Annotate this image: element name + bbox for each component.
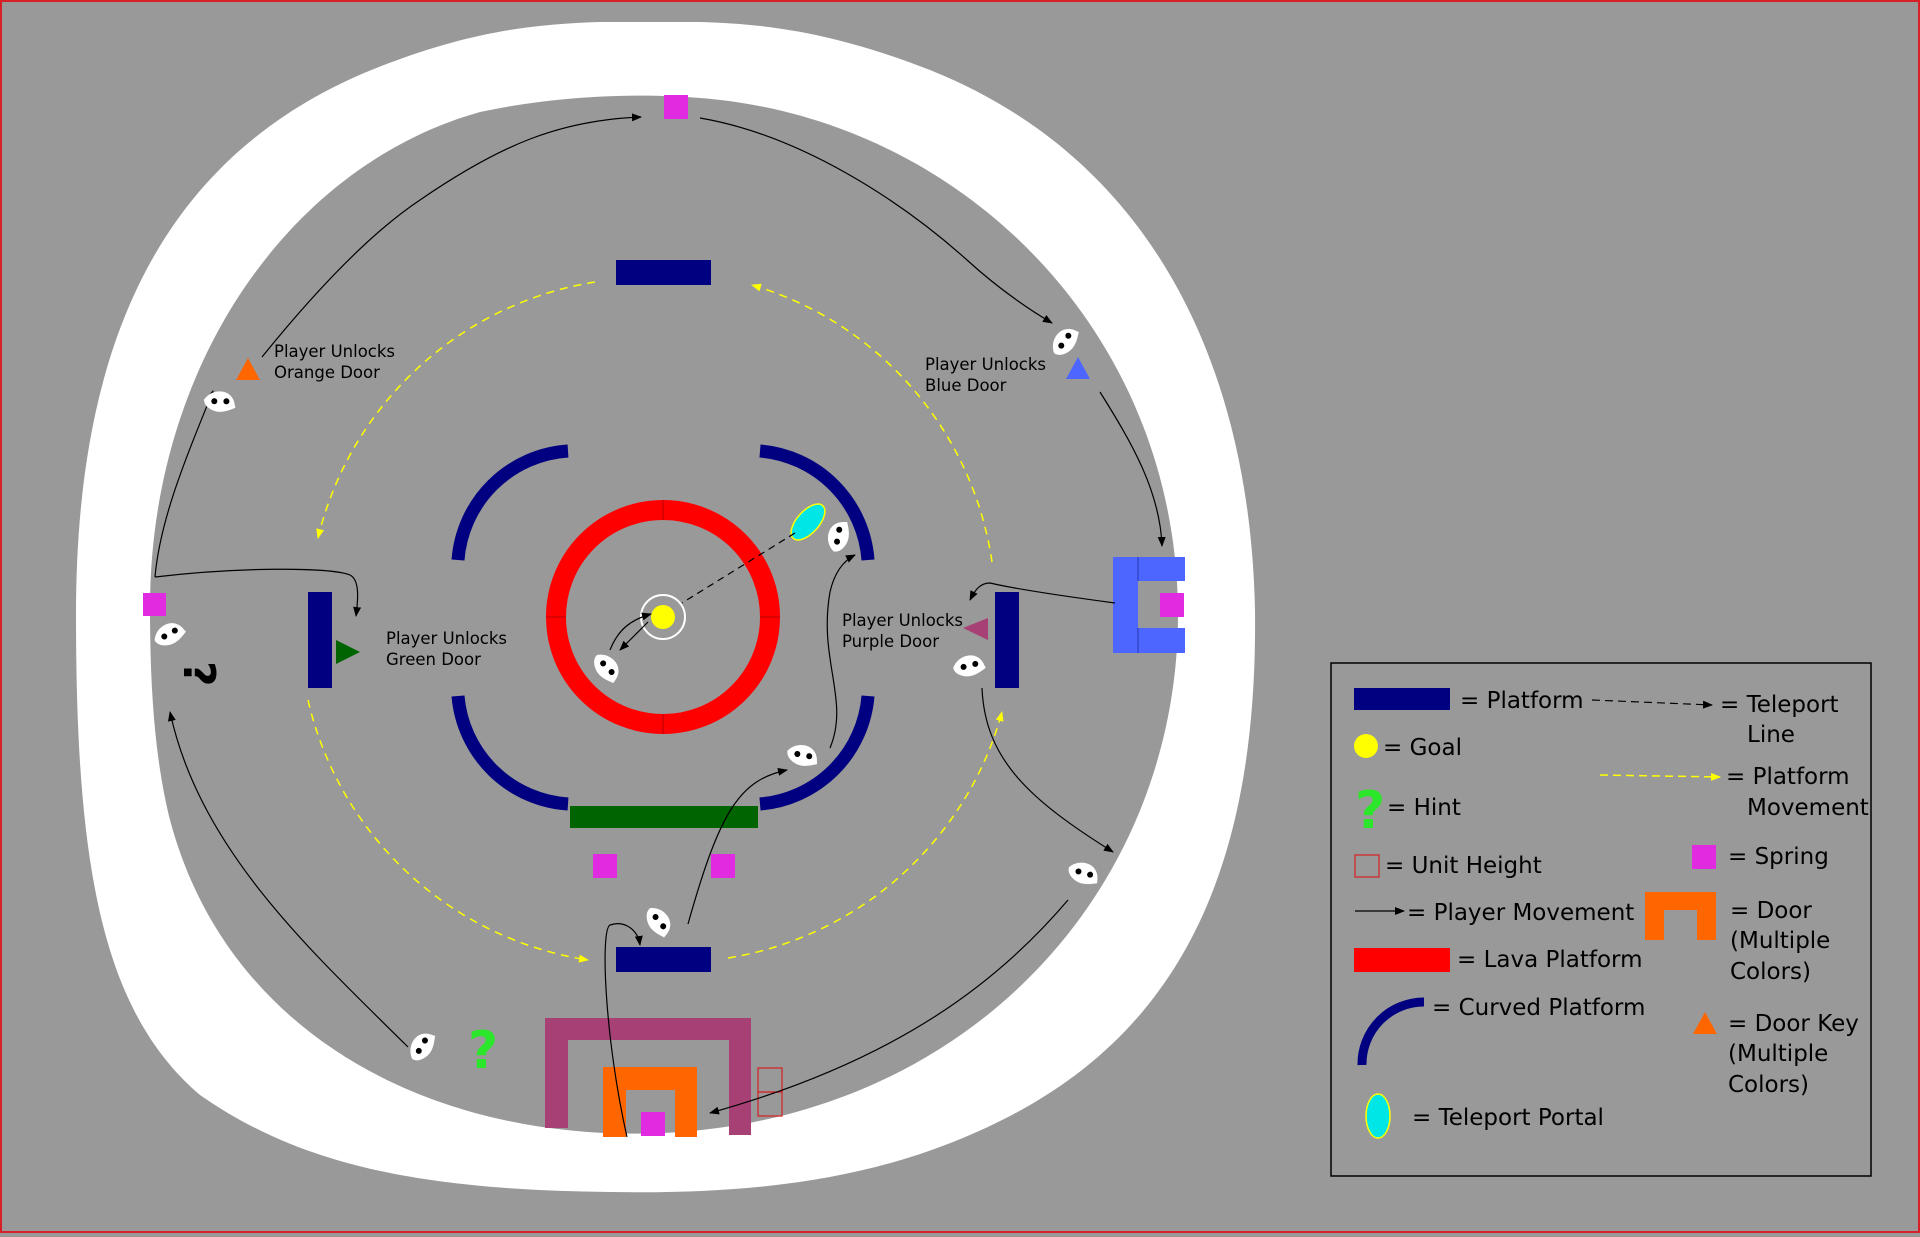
legend-door-label-1: = Door <box>1730 898 1812 924</box>
hint-bottom: ? <box>468 1021 498 1081</box>
spring-left <box>143 593 166 616</box>
svg-text:Orange Door: Orange Door <box>274 363 380 382</box>
legend-teleport-line-label-2: Line <box>1747 722 1795 748</box>
legend-door-label-3: Colors) <box>1730 959 1811 985</box>
green-door <box>570 806 758 828</box>
legend-platform-movement-label-2: Movement <box>1747 795 1869 821</box>
svg-text:Player Unlocks: Player Unlocks <box>386 629 507 648</box>
legend-hint-label: = Hint <box>1387 795 1461 821</box>
svg-text:Player Unlocks: Player Unlocks <box>925 355 1046 374</box>
spring-inner-right <box>711 854 735 878</box>
spring-bottom <box>641 1112 665 1136</box>
svg-text:Player Unlocks: Player Unlocks <box>274 342 395 361</box>
goal <box>651 605 675 629</box>
spring-inner-left <box>593 854 617 878</box>
legend-lava-swatch <box>1354 948 1450 972</box>
legend-platform-swatch <box>1354 688 1450 710</box>
svg-text:Purple Door: Purple Door <box>842 632 939 651</box>
legend-teleport-line-label-1: = Teleport <box>1720 692 1839 718</box>
svg-text:Green Door: Green Door <box>386 650 481 669</box>
legend-lava-label: = Lava Platform <box>1457 947 1643 973</box>
legend-door-key-label-1: = Door Key <box>1728 1011 1859 1037</box>
legend-door-label-2: (Multiple <box>1730 928 1830 954</box>
legend-platform-movement-label-1: = Platform <box>1726 764 1850 790</box>
legend-goal-label: = Goal <box>1383 735 1462 761</box>
platform-top <box>616 260 711 285</box>
legend-hint-swatch: ? <box>1355 781 1385 841</box>
legend-spring-label: = Spring <box>1728 844 1829 870</box>
legend-portal-label: = Teleport Portal <box>1412 1105 1604 1131</box>
legend-curved-platform-label: = Curved Platform <box>1432 995 1645 1021</box>
level-diagram: ? ? Player Unlocks Orange Door Player Un… <box>0 0 1920 1233</box>
platform-left <box>308 592 332 688</box>
legend-portal-swatch <box>1365 1093 1391 1139</box>
legend-unit-height-label: = Unit Height <box>1385 853 1542 879</box>
level-map: ? ? Player Unlocks Orange Door Player Un… <box>0 0 1920 1233</box>
platform-bottom <box>616 947 711 972</box>
hint-right-side: ? <box>173 661 224 687</box>
legend-spring-swatch <box>1692 845 1716 869</box>
legend-platform-label: = Platform <box>1460 688 1584 714</box>
spring-top <box>664 95 688 119</box>
legend-goal-swatch <box>1354 734 1378 758</box>
legend-door-key-label-3: Colors) <box>1728 1072 1809 1098</box>
svg-text:Player Unlocks: Player Unlocks <box>842 611 963 630</box>
svg-text:Blue Door: Blue Door <box>925 376 1007 395</box>
spring-right <box>1160 593 1184 617</box>
legend-player-movement-label: = Player Movement <box>1407 900 1634 926</box>
legend-door-key-label-2: (Multiple <box>1728 1041 1828 1067</box>
platform-right <box>995 592 1019 688</box>
